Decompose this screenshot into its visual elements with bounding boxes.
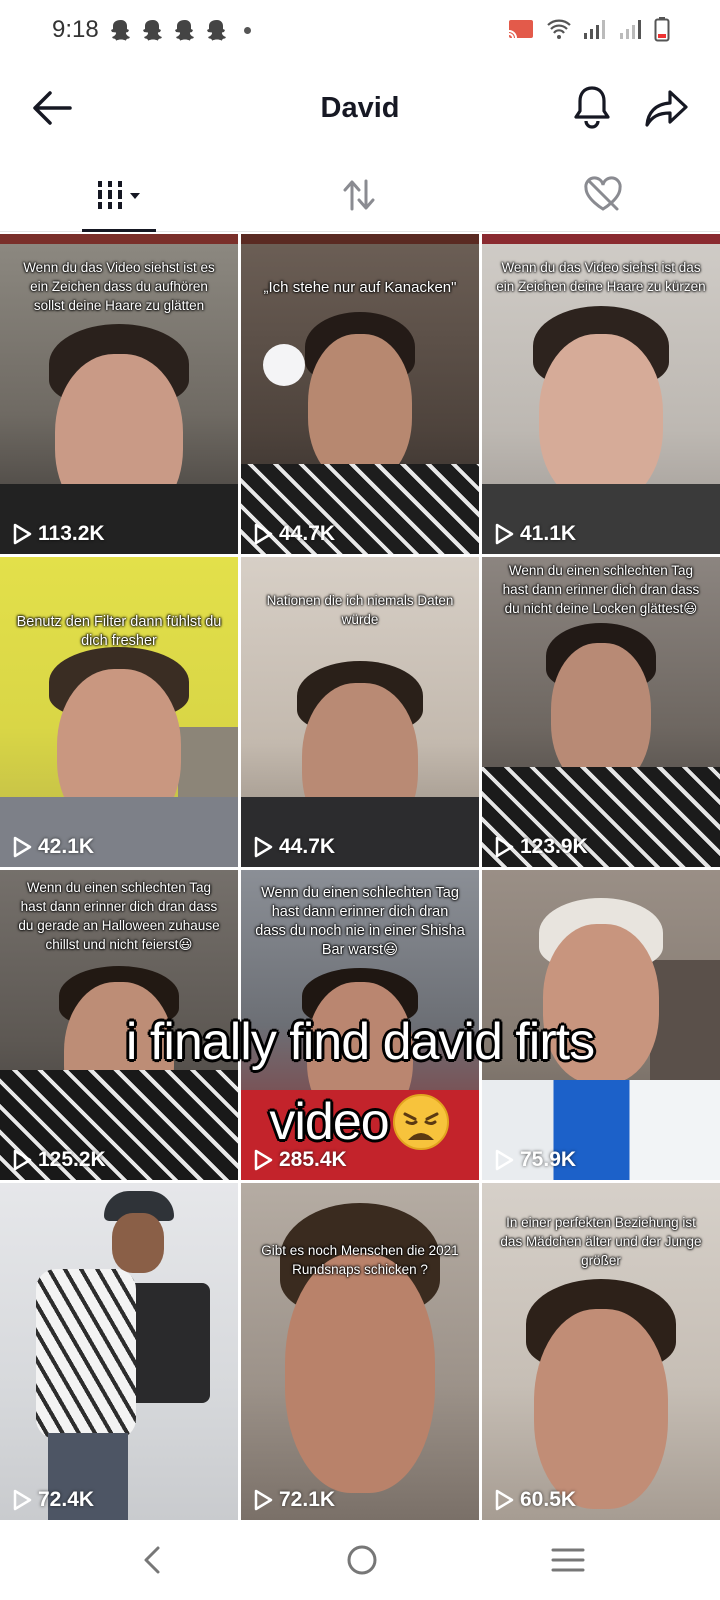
status-time: 9:18 <box>52 16 99 43</box>
lamp <box>263 344 305 386</box>
video-caption: Wenn du das Video siehst ist es ein Zeic… <box>23 260 215 313</box>
previous-row-strip <box>0 234 720 244</box>
battery-icon <box>654 17 670 42</box>
video-thumbnail[interactable]: Wenn du das Video siehst ist es ein Zeic… <box>0 244 238 554</box>
system-navigation-bar <box>0 1520 720 1600</box>
snapchat-icon <box>175 20 194 41</box>
more-notifications-icon <box>244 26 251 34</box>
video-caption: Gibt es noch Menschen die 2021 Rundsnaps… <box>261 1243 459 1277</box>
recents-nav-icon[interactable] <box>548 1540 588 1580</box>
snapchat-icon <box>143 20 162 41</box>
view-count: 44.7K <box>253 835 335 859</box>
video-caption: In einer perfekten Beziehung ist das Mäd… <box>500 1215 702 1268</box>
view-count: 42.1K <box>12 835 94 859</box>
video-caption: Wenn du einen schlechten Tag hast dann e… <box>255 885 465 958</box>
play-icon <box>13 523 32 545</box>
notification-icons <box>110 18 251 42</box>
tab-reposts[interactable] <box>336 172 382 218</box>
play-icon <box>254 1489 273 1511</box>
tab-videos[interactable] <box>82 172 154 218</box>
wifi-icon <box>547 19 571 39</box>
video-thumbnail[interactable]: „Ich stehe nur auf Kanacken" 44.7K <box>241 244 479 554</box>
view-count: 72.1K <box>253 1488 335 1512</box>
video-caption: Benutz den Filter dann fühlst du dich fr… <box>16 614 222 649</box>
video-thumbnail[interactable]: Wenn du das Video siehst ist das ein Zei… <box>482 244 720 554</box>
play-icon <box>13 1149 32 1171</box>
profile-tabs <box>0 160 720 232</box>
video-thumbnail[interactable]: Nationen die ich niemals Daten würde 44.… <box>241 557 479 867</box>
video-thumbnail[interactable]: 72.4K <box>0 1183 238 1520</box>
view-count: 113.2K <box>12 522 105 546</box>
system-icons <box>506 16 670 42</box>
profile-header: David <box>0 62 720 157</box>
video-caption: Nationen die ich niemals Daten würde <box>266 593 454 627</box>
back-nav-icon[interactable] <box>134 1540 174 1580</box>
play-icon <box>495 1149 514 1171</box>
share-icon[interactable] <box>644 86 690 130</box>
signal-icon <box>620 20 641 39</box>
active-tab-indicator <box>82 229 156 232</box>
home-nav-icon[interactable] <box>342 1540 382 1580</box>
snapchat-icon <box>207 20 226 41</box>
play-icon <box>495 836 514 858</box>
video-caption: Wenn du einen schlechten Tag hast dann e… <box>502 563 700 616</box>
play-icon <box>495 1489 514 1511</box>
view-count: 44.7K <box>253 522 335 546</box>
status-bar: 9:18 <box>0 0 720 62</box>
person-body <box>36 1269 136 1439</box>
weary-face-emoji-icon <box>392 1094 449 1150</box>
bell-icon[interactable] <box>570 84 614 130</box>
snapchat-icon <box>111 20 130 41</box>
hidden-likes-icon <box>584 176 622 211</box>
play-icon <box>254 1149 273 1171</box>
view-count: 41.1K <box>494 522 576 546</box>
overlay-caption: i finally find david firts <box>125 1013 595 1071</box>
grid-icon <box>94 181 140 209</box>
video-caption: Wenn du einen schlechten Tag hast dann e… <box>18 880 220 952</box>
tab-liked[interactable] <box>580 172 626 218</box>
overlay-caption-word: video <box>269 1093 389 1151</box>
overlay-caption-line2: video <box>0 1092 720 1152</box>
play-icon <box>254 523 273 545</box>
video-thumbnail[interactable]: Wenn du einen schlechten Tag hast dann e… <box>482 557 720 867</box>
video-thumbnail[interactable]: Gibt es noch Menschen die 2021 Rundsnaps… <box>241 1183 479 1520</box>
play-icon <box>13 836 32 858</box>
video-thumbnail[interactable]: In einer perfekten Beziehung ist das Mäd… <box>482 1183 720 1520</box>
person-head <box>112 1213 164 1273</box>
video-caption: Wenn du das Video siehst ist das ein Zei… <box>496 260 706 294</box>
video-caption: „Ich stehe nur auf Kanacken" <box>263 279 457 296</box>
play-icon <box>495 523 514 545</box>
view-count: 123.9K <box>494 835 588 859</box>
cast-icon <box>508 20 533 39</box>
play-icon <box>13 1489 32 1511</box>
repost-icon <box>343 179 375 211</box>
signal-icon <box>584 20 605 39</box>
view-count: 72.4K <box>12 1488 94 1512</box>
view-count: 60.5K <box>494 1488 576 1512</box>
play-icon <box>254 836 273 858</box>
video-thumbnail[interactable]: Benutz den Filter dann fühlst du dich fr… <box>0 557 238 867</box>
